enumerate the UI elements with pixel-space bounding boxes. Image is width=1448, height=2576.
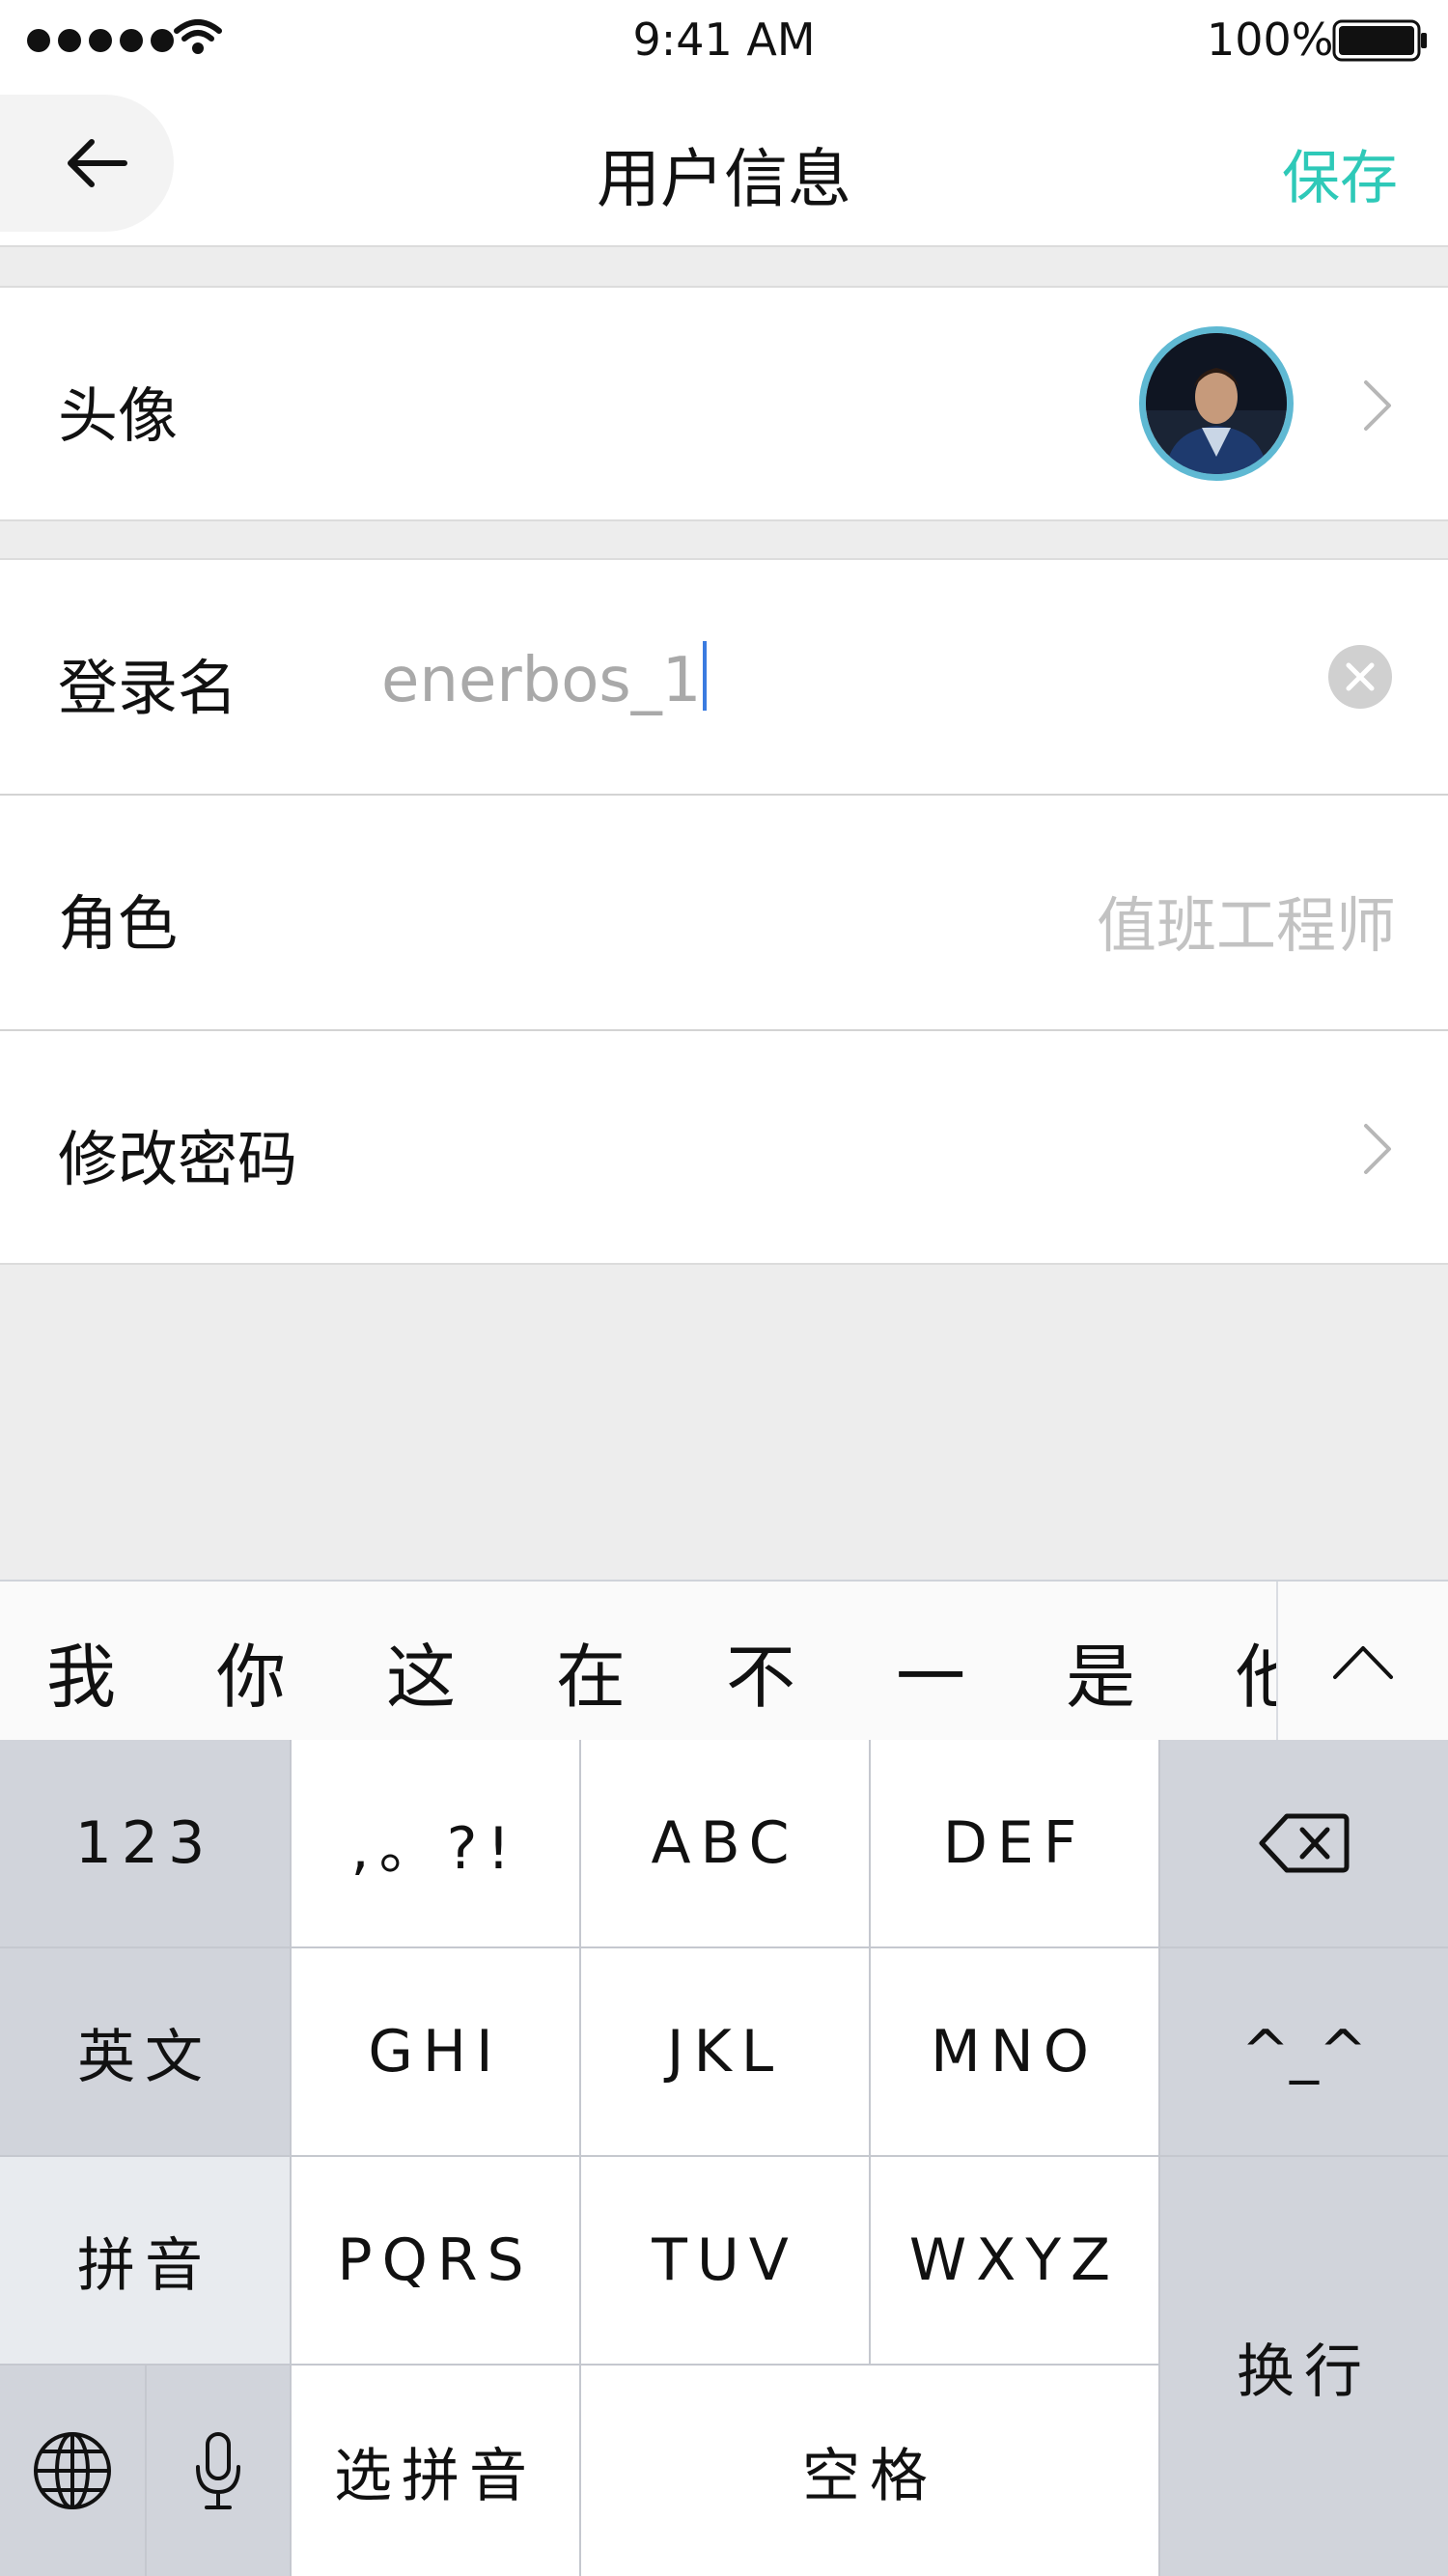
status-bar: 9:41 AM 100% [0, 0, 1448, 83]
microphone-key[interactable] [147, 2366, 292, 2576]
text-caret [703, 641, 708, 711]
candidate-word[interactable]: 是 [1066, 1620, 1135, 1722]
change-password-label: 修改密码 [58, 1124, 298, 1194]
login-name-value: enerbos_1 [381, 645, 702, 716]
login-name-label: 登录名 [58, 653, 238, 723]
collapse-candidates-button[interactable] [1276, 1582, 1448, 1742]
keyboard: 123 ,。?! ABC DEF 英文 GHI JKL MNO ^_^ 拼音 P… [0, 1740, 1448, 2576]
key-enter[interactable]: 换行 [1160, 2157, 1448, 2576]
avatar [1139, 326, 1294, 481]
key-pqrs[interactable]: PQRS [292, 2157, 581, 2366]
backspace-key[interactable] [1160, 1740, 1448, 1948]
battery-percent: 100% [1207, 14, 1334, 66]
role-label: 角色 [58, 888, 179, 959]
key-english[interactable]: 英文 [0, 1948, 292, 2157]
key-select-pinyin[interactable]: 选拼音 [292, 2366, 581, 2576]
key-abc[interactable]: ABC [581, 1740, 871, 1948]
microphone-icon [196, 2432, 240, 2509]
login-name-input[interactable]: enerbos_1 [381, 641, 708, 716]
candidate-word[interactable]: 你 [216, 1620, 286, 1722]
key-space[interactable]: 空格 [581, 2366, 1160, 2576]
candidate-word[interactable]: 在 [556, 1620, 626, 1722]
avatar-row[interactable]: 头像 [0, 286, 1448, 521]
candidate-word[interactable]: 不 [726, 1620, 795, 1722]
clear-circle-icon[interactable] [1328, 645, 1392, 709]
key-123[interactable]: 123 [0, 1740, 292, 1948]
key-tuv[interactable]: TUV [581, 2157, 871, 2366]
candidate-word[interactable]: 这 [386, 1620, 456, 1722]
chevron-right-icon [1364, 380, 1391, 431]
candidate-word[interactable]: 一 [896, 1620, 965, 1722]
backspace-icon [1259, 1813, 1350, 1873]
key-mno[interactable]: MNO [871, 1948, 1160, 2157]
key-pinyin[interactable]: 拼音 [0, 2157, 292, 2366]
key-wxyz[interactable]: WXYZ [871, 2157, 1160, 2366]
key-def[interactable]: DEF [871, 1740, 1160, 1948]
globe-icon [34, 2432, 111, 2509]
page-title: 用户信息 [597, 142, 851, 216]
nav-bar: 用户信息 保存 [0, 83, 1448, 247]
role-row: 角色 值班工程师 [0, 794, 1448, 1029]
key-ghi[interactable]: GHI [292, 1948, 581, 2157]
chevron-right-icon [1364, 1124, 1391, 1174]
candidate-word[interactable]: 我 [46, 1620, 116, 1722]
battery-icon [1332, 19, 1427, 62]
candidate-bar: 我 你 这 在 不 一 是 他 [0, 1580, 1448, 1742]
change-password-row[interactable]: 修改密码 [0, 1029, 1448, 1265]
key-jkl[interactable]: JKL [581, 1948, 871, 2157]
key-emoji[interactable]: ^_^ [1160, 1948, 1448, 2157]
role-value: 值班工程师 [1096, 890, 1396, 961]
avatar-label: 头像 [58, 380, 179, 451]
globe-key[interactable] [0, 2366, 147, 2576]
save-button[interactable]: 保存 [1282, 131, 1398, 215]
key-punctuation[interactable]: ,。?! [292, 1740, 581, 1948]
chevron-up-icon [1333, 1646, 1393, 1679]
login-name-row: 登录名 enerbos_1 [0, 558, 1448, 794]
